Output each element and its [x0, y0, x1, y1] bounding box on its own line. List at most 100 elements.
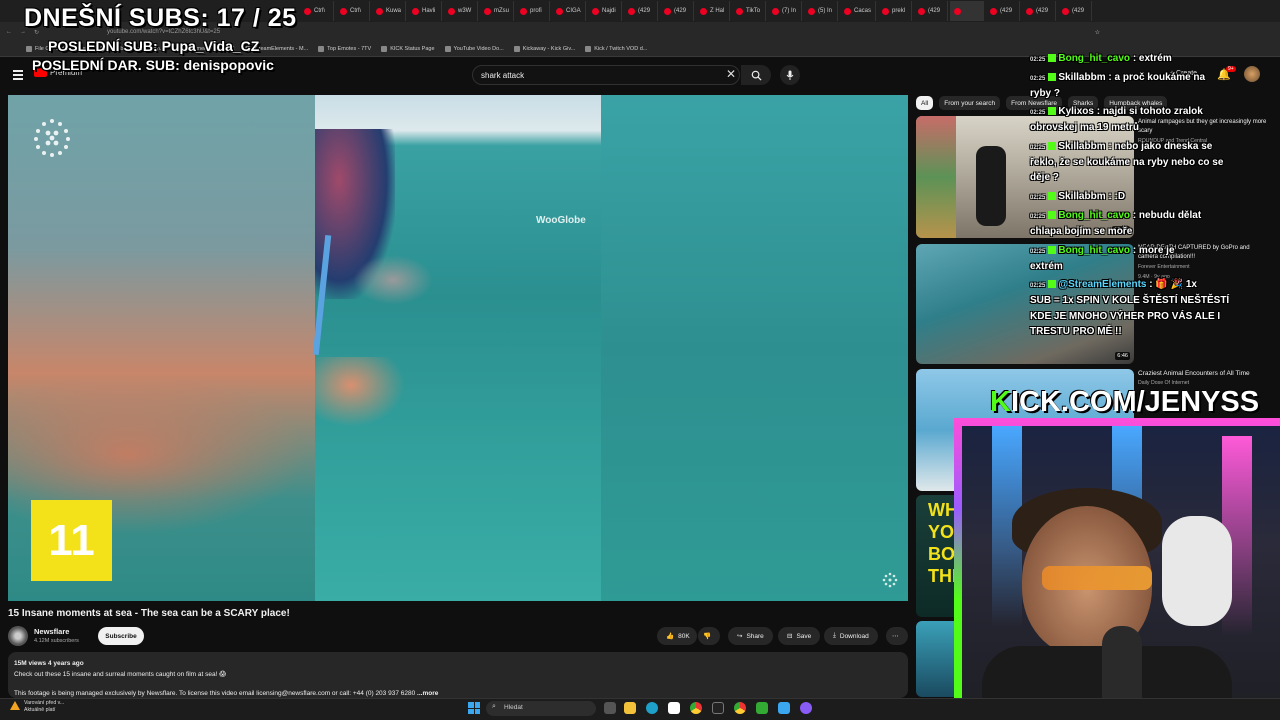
warning-line-2: Aktuálně platí	[24, 707, 56, 713]
chrome-icon[interactable]	[690, 702, 702, 714]
browser-tab[interactable]: (429	[1058, 1, 1093, 21]
bookmark-item[interactable]: YouTube Video Do...	[444, 46, 504, 52]
browser-tab[interactable]: (429	[914, 1, 949, 21]
clear-search-icon[interactable]: ✕	[726, 67, 736, 81]
browser-tab[interactable]: (429	[624, 1, 659, 21]
tab-favicon-icon	[954, 7, 962, 15]
bookmark-item[interactable]: Kickaway - Kick Giv...	[513, 46, 575, 52]
filter-chip[interactable]: From your search	[939, 96, 1001, 110]
recommended-title-3[interactable]: Craziest Animal Encounters of All Time	[1138, 369, 1268, 378]
browser-tab[interactable]: (5) In	[804, 1, 839, 21]
search-icon	[751, 70, 762, 81]
task-view-icon[interactable]	[604, 702, 616, 714]
subscribe-button[interactable]: Subscribe	[98, 627, 144, 645]
windows-start-icon[interactable]	[468, 702, 480, 714]
like-button[interactable]: 👍 80K	[657, 627, 697, 645]
channel-watermark-icon[interactable]	[881, 571, 899, 589]
app-icon-green[interactable]	[756, 702, 768, 714]
tab-label: Najdi	[602, 8, 616, 14]
browser-tab[interactable]: Cacas	[840, 1, 877, 21]
browser-tab[interactable]: Ctrl\	[300, 1, 334, 21]
browser-tab[interactable]: w3W	[444, 1, 479, 21]
browser-tab[interactable]: prekl	[878, 1, 913, 21]
description-line-2: This footage is being managed exclusivel…	[14, 690, 416, 697]
tab-favicon-icon	[1026, 7, 1034, 15]
browser-tab[interactable]	[950, 1, 985, 21]
kick-badge-icon	[1048, 246, 1057, 255]
browser-tab[interactable]: (429	[1022, 1, 1057, 21]
chat-message: děje ?	[1030, 172, 1059, 183]
tab-favicon-icon	[882, 7, 890, 15]
weather-warning-widget[interactable]: Varování před v... Aktuálně platí	[10, 700, 64, 714]
browser-tab[interactable]: (429	[986, 1, 1021, 21]
chat-text: : 🎁 🎉 1x	[1149, 279, 1197, 290]
show-more-link[interactable]: ...more	[417, 690, 438, 697]
browser-tab[interactable]: Havli	[408, 1, 443, 21]
share-button[interactable]: ↪ Share	[728, 627, 773, 645]
taskbar-search-placeholder: Hledat	[504, 704, 523, 711]
channel-name[interactable]: Newsflare	[34, 627, 69, 636]
taskbar-search-input[interactable]: ⌕ Hledat	[486, 701, 596, 716]
chat-text: ryby ?	[1030, 88, 1061, 99]
kick-badge-icon	[1048, 107, 1057, 116]
browser-tab[interactable]: mZsu	[480, 1, 515, 21]
taskbar-search-icon: ⌕	[492, 703, 496, 710]
chat-text: TRESTU PRO MĚ !!	[1030, 326, 1122, 337]
back-icon[interactable]: ←	[6, 29, 12, 35]
browser-tab[interactable]: Najdi	[588, 1, 623, 21]
file-explorer-icon[interactable]	[624, 702, 636, 714]
tab-favicon-icon	[700, 7, 708, 15]
recommended-channel-2[interactable]: Forever Entertainment	[1138, 264, 1190, 270]
tab-label: Ctrl\	[350, 8, 361, 14]
browser-tab[interactable]: CIGA	[552, 1, 587, 21]
chat-text: : :D	[1108, 191, 1126, 202]
more-actions-button[interactable]: ⋯	[886, 627, 908, 645]
filter-chip[interactable]: All	[916, 96, 934, 110]
bookmark-item[interactable]: KICK Status Page	[381, 46, 435, 52]
bookmark-label: Top Emotes - 7TV	[327, 46, 372, 52]
terminal-icon[interactable]	[712, 702, 724, 714]
discord-icon[interactable]	[800, 702, 812, 714]
save-button[interactable]: ⊟ Save	[778, 627, 821, 645]
tab-favicon-icon	[592, 7, 600, 15]
bookmark-item[interactable]: Top Emotes - 7TV	[318, 46, 371, 52]
views-and-age: 15M views 4 years ago	[14, 660, 84, 667]
star-icon[interactable]: ☆	[1095, 29, 1100, 36]
browser-tab[interactable]: (7) In	[768, 1, 803, 21]
browser-tab[interactable]: Kuwa	[372, 1, 407, 21]
video-player[interactable]: WooGlobe 11	[8, 95, 908, 601]
recommended-title-1[interactable]: Animal rampages but they get increasingl…	[1138, 118, 1268, 136]
tab-label: w3W	[458, 8, 472, 14]
browser-tab[interactable]: Z Hal	[696, 1, 731, 21]
download-button[interactable]: ⤓ Download	[824, 627, 878, 645]
edge-icon[interactable]	[646, 702, 658, 714]
chat-message: řeklo, že se koukáme na ryby nebo co se	[1030, 157, 1223, 168]
search-input[interactable]: shark attack	[472, 65, 740, 85]
video-description[interactable]: 15M views 4 years ago Check out these 15…	[8, 652, 908, 698]
menu-icon[interactable]	[13, 70, 23, 82]
browser-tab[interactable]: Ctrl\	[336, 1, 370, 21]
store-icon[interactable]	[668, 702, 680, 714]
browser-tab[interactable]: (429	[660, 1, 695, 21]
bookmark-label: Kick / Twitch VOD d...	[594, 46, 648, 52]
chat-text: řeklo, že se koukáme na ryby nebo co se	[1030, 157, 1224, 168]
tab-favicon-icon	[556, 7, 564, 15]
chat-timestamp: 02:25	[1030, 214, 1046, 220]
voice-search-button[interactable]	[780, 65, 800, 85]
app-icon-blue[interactable]	[778, 702, 790, 714]
chat-text: děje ?	[1030, 172, 1059, 183]
bookmark-favicon-icon	[444, 46, 451, 52]
chrome-active-icon[interactable]	[734, 702, 746, 714]
browser-tab[interactable]: profi	[516, 1, 551, 21]
channel-subscriber-count: 4.12M subscribers	[34, 638, 79, 644]
chat-text: KDE JE MNOHO VÝHER PRO VÁS ALE I	[1030, 311, 1221, 322]
dislike-button[interactable]: 👎	[698, 627, 720, 645]
search-button[interactable]	[741, 65, 771, 85]
tab-label: (5) In	[818, 8, 833, 14]
browser-tab[interactable]: TikTo	[732, 1, 767, 21]
account-avatar[interactable]	[1244, 66, 1260, 82]
video-title: 15 Insane moments at sea - The sea can b…	[8, 608, 290, 619]
bookmark-item[interactable]: Kick / Twitch VOD d...	[585, 46, 647, 52]
kick-url-overlay: KICK.COM/JENYSS	[990, 386, 1259, 419]
channel-avatar[interactable]	[8, 626, 28, 646]
